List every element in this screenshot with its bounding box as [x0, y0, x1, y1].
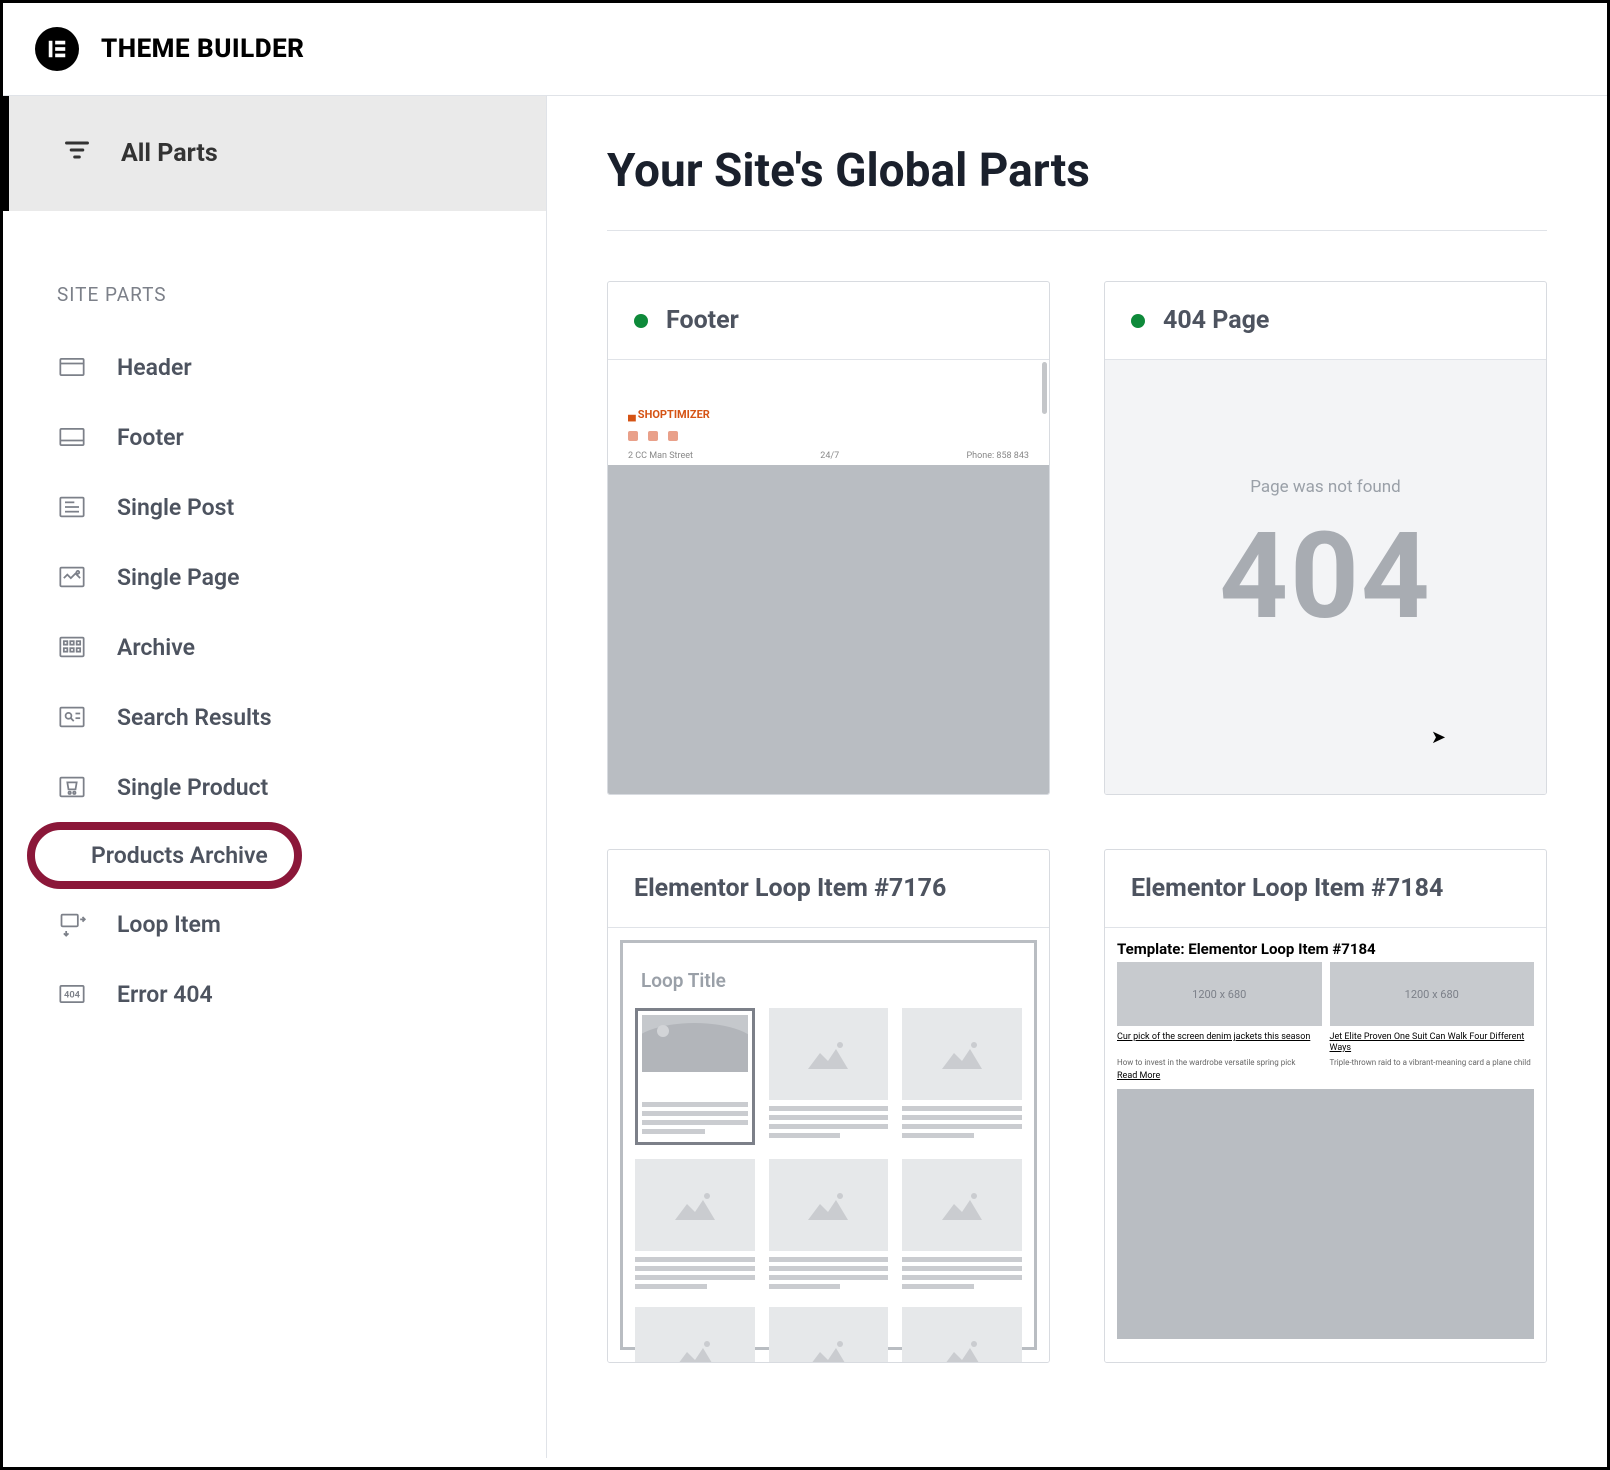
preview-thumb: [769, 1008, 889, 1145]
sidebar-item-error-404[interactable]: 404 Error 404: [3, 959, 546, 1029]
preview-logo: ▄ SHOPTIMIZER: [608, 360, 1049, 427]
preview-thumb: [769, 1307, 889, 1362]
preview-placeholder: 1200 x 680: [1330, 962, 1535, 1026]
preview-thumb: [769, 1159, 889, 1293]
template-preview: Page was not found 404 ➤: [1105, 360, 1546, 794]
preview-read-more: Read More: [1117, 1071, 1534, 1081]
preview-thumb-selected: [635, 1008, 755, 1145]
preview-social-icons: [608, 427, 1049, 445]
preview-headline: Jet Elite Proven One Suit Can Walk Four …: [1330, 1032, 1535, 1054]
single-product-icon: [57, 772, 87, 802]
card-title: 404 Page: [1163, 306, 1269, 335]
template-preview: Template: Elementor Loop Item #7184 1200…: [1105, 928, 1546, 1362]
status-dot-icon: [1131, 314, 1145, 328]
main-content: Your Site's Global Parts Footer ▄ SHOPTI…: [547, 96, 1607, 1458]
sidebar-item-products-archive-highlight: Products Archive: [33, 828, 296, 883]
sidebar-item-search-results[interactable]: Search Results: [3, 682, 546, 752]
preview-template-label: Template: Elementor Loop Item #7184: [1117, 940, 1534, 958]
sidebar-item-loop-item[interactable]: Loop Item: [3, 889, 546, 959]
sidebar-item-header[interactable]: Header: [3, 332, 546, 402]
sidebar-item-products-archive[interactable]: Products Archive: [33, 828, 296, 883]
preview-meta: Triple-thrown raid to a vibrant-meaning …: [1330, 1058, 1535, 1068]
sidebar-item-label: All Parts: [121, 139, 218, 168]
sidebar-item-all-parts[interactable]: All Parts: [3, 96, 546, 211]
template-card-loop-item-7184[interactable]: Elementor Loop Item #7184 Template: Elem…: [1104, 849, 1547, 1363]
filter-icon: [63, 136, 91, 171]
sidebar-item-label: Products Archive: [91, 842, 268, 869]
preview-headline: Cur pick of the screen denim jackets thi…: [1117, 1032, 1322, 1054]
sidebar-item-label: Single Post: [117, 494, 234, 521]
sidebar-item-single-page[interactable]: Single Page: [3, 542, 546, 612]
sidebar-item-footer[interactable]: Footer: [3, 402, 546, 472]
sidebar-item-label: Footer: [117, 424, 184, 451]
preview-placeholder: 1200 x 680: [1117, 962, 1322, 1026]
app-title: THEME BUILDER: [101, 34, 304, 64]
scrollbar[interactable]: [1042, 362, 1047, 414]
template-card-404-page[interactable]: 404 Page Page was not found 404 ➤: [1104, 281, 1547, 795]
footer-icon: [57, 422, 87, 452]
preview-thumb: [902, 1307, 1022, 1362]
sidebar-item-label: Search Results: [117, 704, 272, 731]
template-card-footer[interactable]: Footer ▄ SHOPTIMIZER 2 CC Man Street 24/…: [607, 281, 1050, 795]
loop-item-icon: [57, 909, 87, 939]
sidebar-item-label: Single Product: [117, 774, 268, 801]
cursor-icon: ➤: [1431, 727, 1446, 748]
single-page-icon: [57, 562, 87, 592]
cards-grid: Footer ▄ SHOPTIMIZER 2 CC Man Street 24/…: [607, 281, 1547, 1363]
preview-fill: [1117, 1089, 1534, 1339]
sidebar-item-label: Error 404: [117, 981, 213, 1008]
preview-loop-title: Loop Title: [635, 955, 1022, 1008]
app-header: THEME BUILDER: [3, 3, 1607, 96]
template-preview: ▄ SHOPTIMIZER 2 CC Man Street 24/7 Phone…: [608, 360, 1049, 794]
title-divider: [607, 230, 1547, 231]
search-results-icon: [57, 702, 87, 732]
sidebar-item-archive[interactable]: Archive: [3, 612, 546, 682]
sidebar-item-single-post[interactable]: Single Post: [3, 472, 546, 542]
preview-thumb: [902, 1159, 1022, 1293]
single-post-icon: [57, 492, 87, 522]
preview-meta: How to invest in the wardrobe versatile …: [1117, 1058, 1322, 1068]
template-card-loop-item-7176[interactable]: Elementor Loop Item #7176 Loop Title: [607, 849, 1050, 1363]
template-preview: Loop Title: [608, 928, 1049, 1362]
card-title: Footer: [666, 306, 739, 335]
page-title: Your Site's Global Parts: [607, 144, 1547, 198]
section-label-site-parts: SITE PARTS: [3, 211, 546, 332]
card-title: Elementor Loop Item #7176: [634, 874, 946, 903]
sidebar-item-label: Loop Item: [117, 911, 221, 938]
sidebar-item-label: Archive: [117, 634, 195, 661]
preview-thumb: [635, 1159, 755, 1293]
sidebar: All Parts SITE PARTS Header Footer Singl…: [3, 96, 547, 1458]
preview-404-label: Page was not found: [1250, 477, 1401, 497]
elementor-logo-icon: [35, 27, 79, 71]
header-icon: [57, 352, 87, 382]
sidebar-item-label: Single Page: [117, 564, 239, 591]
status-dot-icon: [634, 314, 648, 328]
sidebar-item-single-product[interactable]: Single Product: [3, 752, 546, 822]
preview-404-number: 404: [1219, 507, 1432, 647]
sidebar-item-label: Header: [117, 354, 192, 381]
card-title: Elementor Loop Item #7184: [1131, 874, 1443, 903]
error-404-icon: 404: [57, 979, 87, 1009]
preview-thumb: [635, 1307, 755, 1362]
svg-text:404: 404: [64, 990, 81, 1001]
preview-thumb: [902, 1008, 1022, 1145]
preview-footer-meta: 2 CC Man Street 24/7 Phone: 858 843: [608, 445, 1049, 465]
archive-icon: [57, 632, 87, 662]
